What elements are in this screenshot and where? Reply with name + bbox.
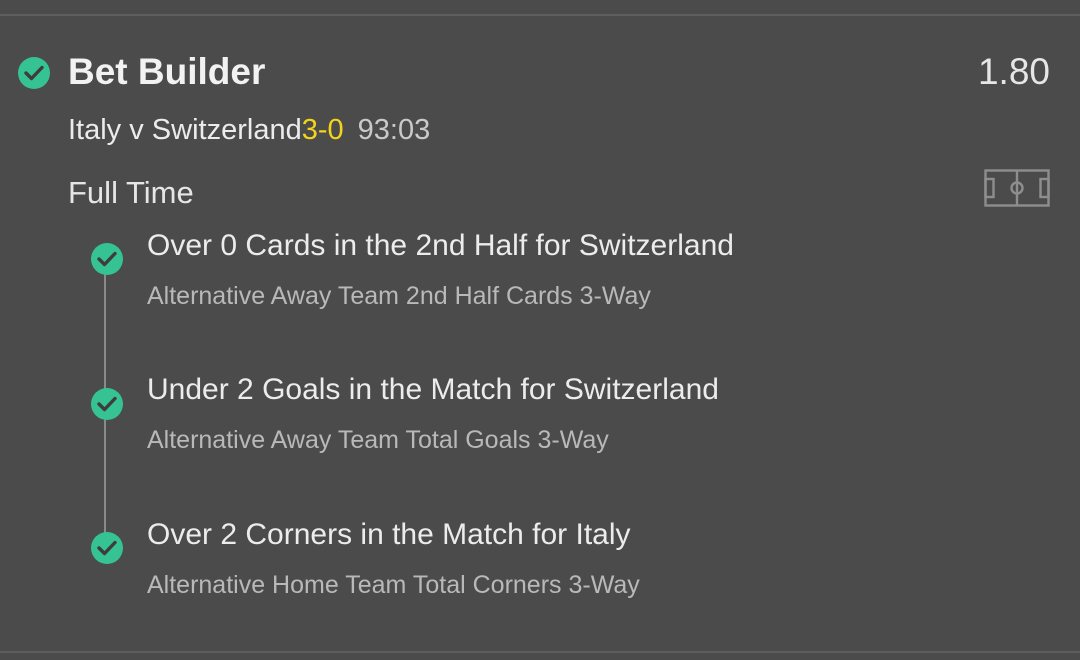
match-name: Italy v Switzerland	[68, 114, 302, 146]
match-score: 3-0	[301, 114, 344, 146]
bet-title: Bet Builder	[68, 51, 266, 92]
bet-odds: 1.80	[977, 51, 1050, 92]
match-info[interactable]: Italy v Switzerland3-0 93:03	[68, 112, 430, 148]
selection-title: Over 0 Cards in the 2nd Half for Switzer…	[147, 229, 734, 262]
selection-market: Alternative Away Team Total Goals 3-Way	[147, 426, 609, 454]
football-pitch-icon[interactable]	[984, 169, 1050, 212]
selection-market: Alternative Home Team Total Corners 3-Wa…	[147, 571, 640, 599]
top-divider	[0, 14, 1080, 16]
check-circle-icon	[91, 388, 123, 420]
bottom-divider	[0, 651, 1080, 653]
selection-market: Alternative Away Team 2nd Half Cards 3-W…	[147, 282, 651, 310]
period-label: Full Time	[68, 175, 194, 210]
match-clock: 93:03	[357, 114, 431, 146]
check-circle-icon	[18, 57, 50, 89]
check-circle-icon	[91, 532, 123, 564]
check-circle-icon	[91, 243, 123, 275]
selection-title: Under 2 Goals in the Match for Switzerla…	[147, 373, 719, 406]
bet-card: Bet Builder 1.80 Italy v Switzerland3-0 9…	[0, 0, 1080, 660]
selection-title: Over 2 Corners in the Match for Italy	[147, 518, 631, 551]
